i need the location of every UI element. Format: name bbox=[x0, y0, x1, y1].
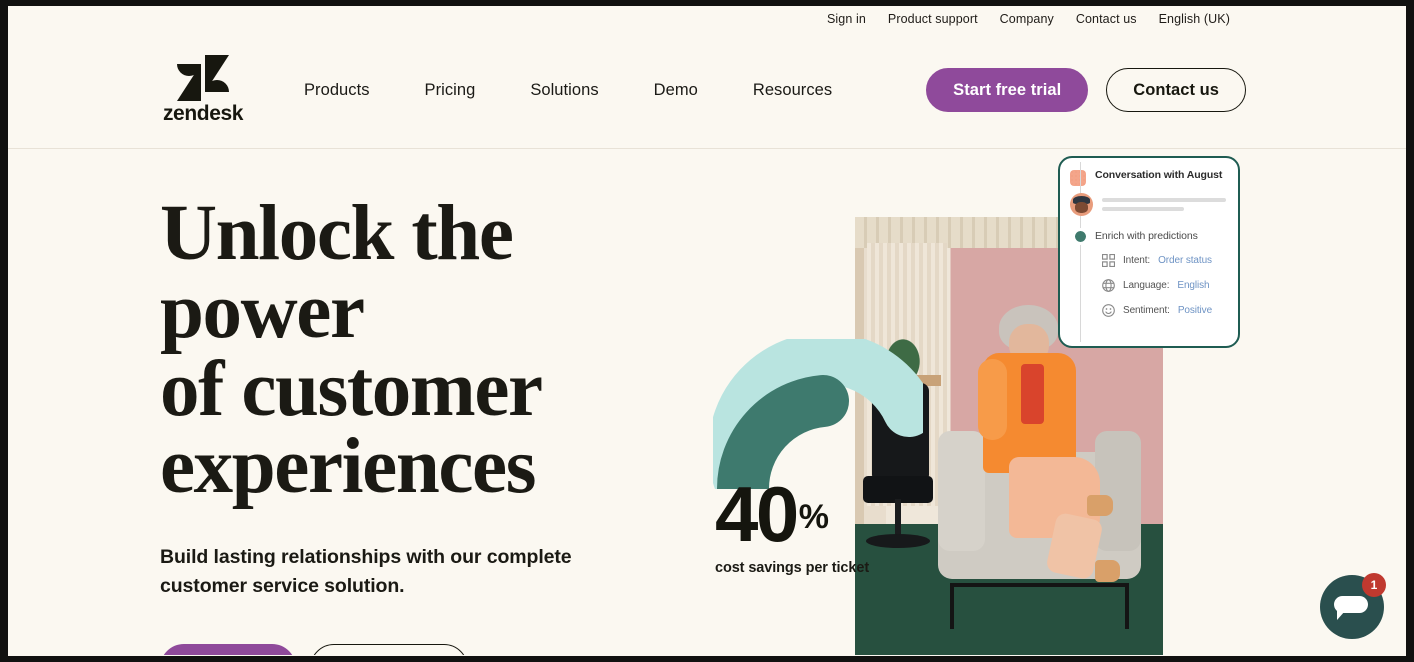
utility-nav: Sign in Product support Company Contact … bbox=[8, 6, 1406, 32]
cost-savings-gauge bbox=[708, 332, 935, 515]
browser-viewport: Sign in Product support Company Contact … bbox=[8, 6, 1406, 656]
start-free-trial-button[interactable]: Start free trial bbox=[926, 68, 1089, 112]
get-a-demo-button[interactable]: Get a demo bbox=[310, 643, 469, 655]
intent-key: Intent: bbox=[1123, 255, 1151, 266]
stat-number: 40 % bbox=[715, 470, 869, 558]
stat-caption: cost savings per ticket bbox=[715, 559, 870, 576]
language-value[interactable]: English bbox=[1177, 280, 1209, 291]
prediction-card: Conversation with August Enrich with pre… bbox=[1058, 156, 1240, 348]
prediction-row-sentiment: Sentiment: Positive bbox=[1102, 304, 1226, 317]
utility-link-contact-us[interactable]: Contact us bbox=[1076, 12, 1137, 26]
status-dot-icon bbox=[1072, 227, 1089, 245]
utility-link-language[interactable]: English (UK) bbox=[1159, 12, 1230, 26]
chat-launcher-button[interactable]: 1 bbox=[1320, 573, 1386, 639]
chat-bubble-icon bbox=[1334, 596, 1368, 620]
contact-us-button[interactable]: Contact us bbox=[1106, 68, 1246, 112]
grid-icon bbox=[1102, 254, 1115, 267]
utility-link-product-support[interactable]: Product support bbox=[888, 12, 978, 26]
avatar bbox=[1070, 193, 1093, 216]
nav-links: Products Pricing Solutions Demo Resource… bbox=[304, 81, 926, 100]
nav-item-solutions[interactable]: Solutions bbox=[530, 81, 598, 100]
free-trial-button[interactable]: Free trial bbox=[160, 643, 297, 655]
enrich-section-label: Enrich with predictions bbox=[1095, 230, 1198, 242]
globe-icon bbox=[1102, 279, 1115, 292]
zendesk-z-logo-icon bbox=[177, 54, 229, 101]
zendesk-logo[interactable]: zendesk bbox=[160, 54, 246, 126]
smiley-icon bbox=[1102, 304, 1115, 317]
prediction-row-intent: Intent: Order status bbox=[1102, 254, 1226, 267]
main-navigation: zendesk Products Pricing Solutions Demo … bbox=[8, 32, 1406, 149]
prediction-row-language: Language: English bbox=[1102, 279, 1226, 292]
hero-section: Unlock the power of customer experiences… bbox=[8, 149, 1406, 655]
card-rail bbox=[1080, 162, 1081, 342]
hero-media: 40 % cost savings per ticket Conversatio… bbox=[553, 149, 1406, 655]
conversation-preview bbox=[1070, 193, 1226, 216]
stat-value: 40 bbox=[715, 470, 799, 558]
language-key: Language: bbox=[1123, 280, 1170, 291]
zendesk-wordmark: zendesk bbox=[162, 101, 244, 125]
utility-link-sign-in[interactable]: Sign in bbox=[827, 12, 866, 26]
prediction-card-header: Conversation with August bbox=[1070, 169, 1226, 186]
nav-item-pricing[interactable]: Pricing bbox=[425, 81, 476, 100]
nav-item-demo[interactable]: Demo bbox=[654, 81, 698, 100]
message-placeholder-lines bbox=[1102, 198, 1226, 211]
chat-unread-badge: 1 bbox=[1362, 573, 1386, 597]
nav-actions: Start free trial Contact us bbox=[926, 68, 1246, 112]
conversation-square-icon bbox=[1070, 170, 1086, 186]
sentiment-value[interactable]: Positive bbox=[1178, 305, 1212, 316]
stat-unit: % bbox=[798, 498, 829, 536]
nav-item-products[interactable]: Products bbox=[304, 81, 370, 100]
sentiment-key: Sentiment: bbox=[1123, 305, 1170, 316]
enrich-section-header: Enrich with predictions bbox=[1070, 227, 1226, 245]
nav-item-resources[interactable]: Resources bbox=[753, 81, 832, 100]
stat-block: 40 % cost savings per ticket bbox=[715, 470, 870, 576]
intent-value[interactable]: Order status bbox=[1158, 255, 1212, 266]
utility-link-company[interactable]: Company bbox=[1000, 12, 1054, 26]
prediction-card-title: Conversation with August bbox=[1095, 169, 1223, 181]
